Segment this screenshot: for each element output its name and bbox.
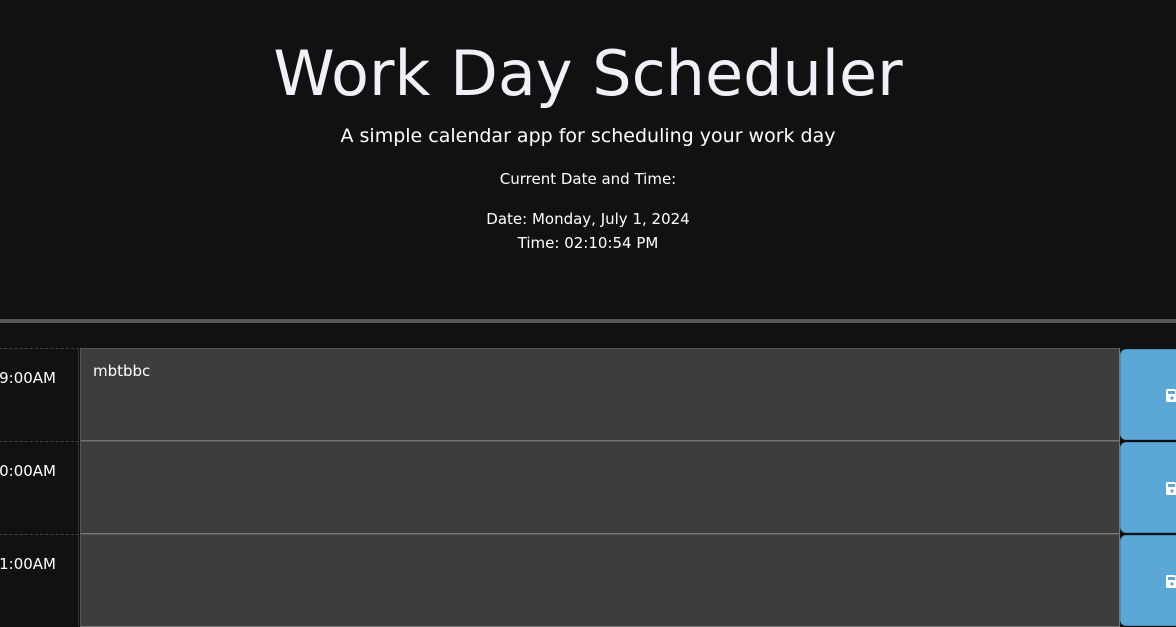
timeblock-list: 9:00AM mbtbbc 10:00AM 11:00AM [0,348,1176,627]
current-time: Time: 02:10:54 PM [517,234,659,252]
timeblock-row: 10:00AM [0,441,1176,534]
header-divider [0,319,1176,323]
hour-label: 11:00AM [0,534,79,626]
hour-label: 9:00AM [0,348,79,440]
hour-text: 10:00AM [0,462,56,480]
timeblock-row: 9:00AM mbtbbc [0,348,1176,441]
save-icon [1166,482,1176,495]
event-description-input[interactable]: mbtbbc [80,348,1120,441]
event-description-input[interactable] [80,534,1120,627]
page-title: Work Day Scheduler [273,37,903,110]
page-subtitle: A simple calendar app for scheduling you… [340,125,836,147]
save-icon [1166,389,1176,402]
hour-text: 9:00AM [0,369,56,387]
event-description-input[interactable] [80,441,1120,534]
save-button[interactable] [1120,442,1176,533]
current-datetime-label: Current Date and Time: [499,170,677,188]
current-date: Date: Monday, July 1, 2024 [486,210,690,228]
hour-label: 10:00AM [0,441,79,533]
hour-text: 11:00AM [0,555,56,573]
page-header: Work Day Scheduler A simple calendar app… [0,0,1176,319]
save-button[interactable] [1120,349,1176,440]
timeblock-row: 11:00AM [0,534,1176,627]
save-button[interactable] [1120,535,1176,626]
save-icon [1166,575,1176,588]
